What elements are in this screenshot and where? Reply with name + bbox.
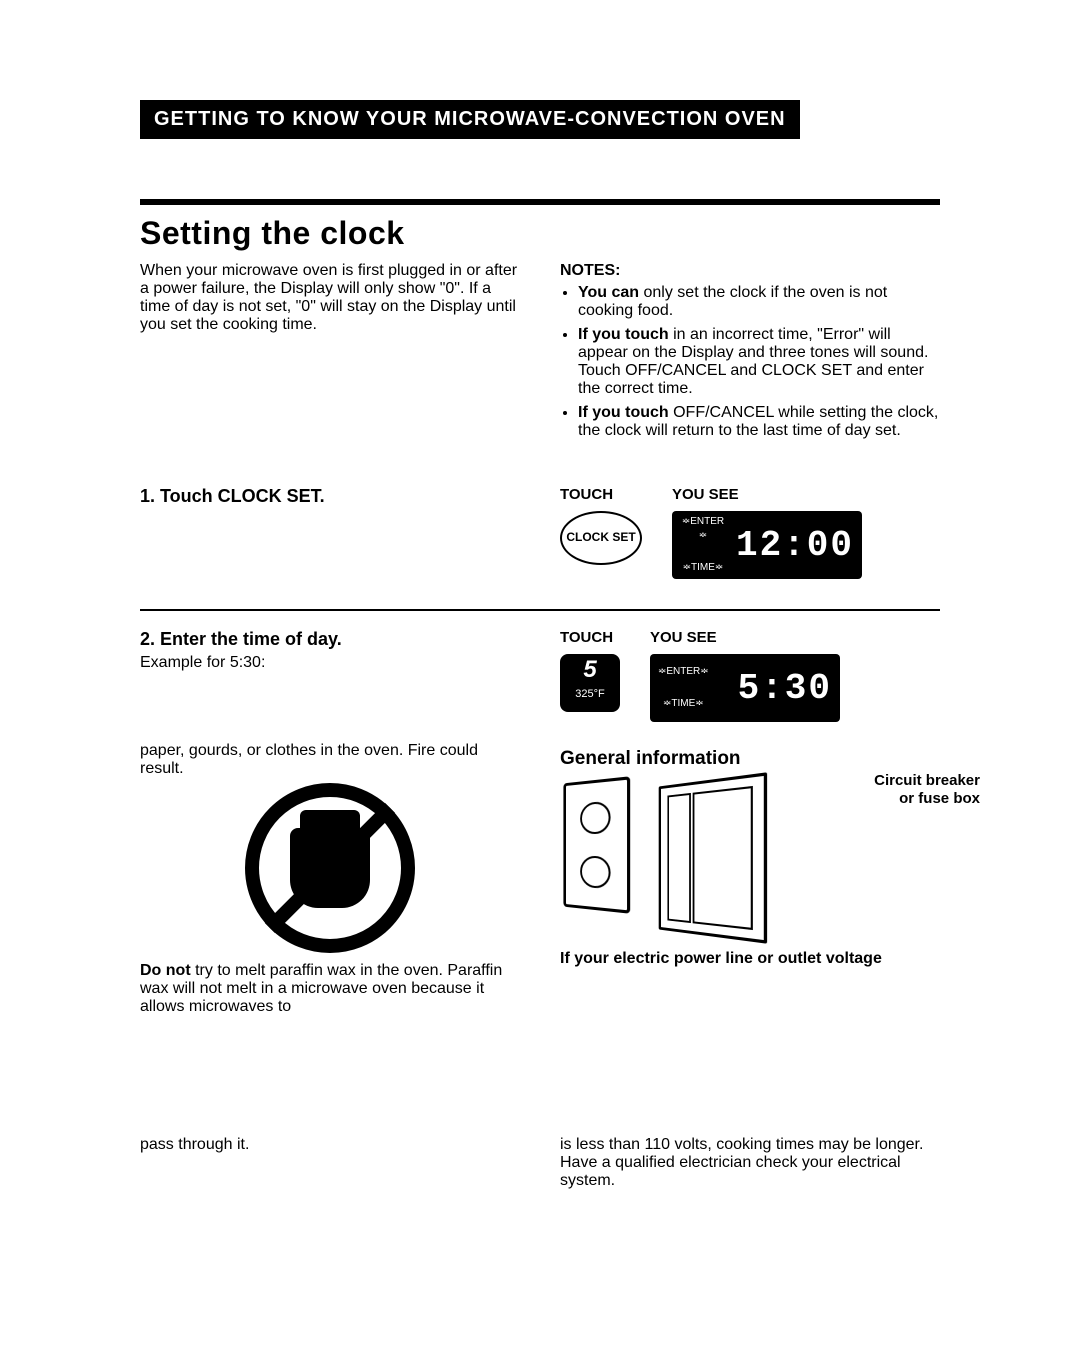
fragment-text: paper, gourds, or clothes in the oven. F… <box>140 742 520 778</box>
page-header: GETTING TO KNOW YOUR MICROWAVE-CONVECTIO… <box>140 100 800 139</box>
notes-list: You can only set the clock if the oven i… <box>560 284 940 440</box>
display-panel: ✲ENTER✲ ✲TIME✲ 12:00 <box>672 511 862 579</box>
section-title: Setting the clock <box>140 215 940 252</box>
no-paraffin-icon <box>230 788 430 948</box>
rule-thin <box>140 609 940 611</box>
note-item: If you touch OFF/CANCEL while setting th… <box>578 404 940 440</box>
step2-heading: 2. Enter the time of day. <box>140 629 520 650</box>
display-panel: ✲ENTER✲ ✲TIME✲ 5:30 <box>650 654 840 722</box>
step1-heading: 1. Touch CLOCK SET. <box>140 486 520 507</box>
you-see-label: YOU SEE <box>650 629 840 646</box>
touch-label: TOUCH <box>560 486 642 503</box>
touch-label: TOUCH <box>560 629 620 646</box>
breaker-box-icon <box>659 772 767 944</box>
power-rest-text: is less than 110 volts, cooking times ma… <box>560 1136 940 1190</box>
circuit-label: Circuit breaker or fuse box <box>860 772 980 808</box>
intro-text: When your microwave oven is first plugge… <box>140 262 520 334</box>
outlet-icon <box>563 776 630 913</box>
keypad-5-button: 5 325°F <box>560 654 620 712</box>
general-info-heading: General information <box>560 748 940 770</box>
notes-label: NOTES: <box>560 262 940 280</box>
fragment-text: pass through it. <box>140 1136 520 1154</box>
power-line-bold: If your electric power line or outlet vo… <box>560 950 940 968</box>
you-see-label: YOU SEE <box>672 486 862 503</box>
display-digits: 5:30 <box>719 668 832 709</box>
clock-set-button: CLOCK SET <box>560 511 642 565</box>
display-digits: 12:00 <box>736 525 854 566</box>
paraffin-text: Do not try to melt paraffin wax in the o… <box>140 962 520 1016</box>
circuit-diagram: Circuit breaker or fuse box <box>560 780 940 936</box>
rule-thick <box>140 199 940 205</box>
step2-sub: Example for 5:30: <box>140 654 520 672</box>
note-item: If you touch in an incorrect time, "Erro… <box>578 326 940 398</box>
note-item: You can only set the clock if the oven i… <box>578 284 940 320</box>
